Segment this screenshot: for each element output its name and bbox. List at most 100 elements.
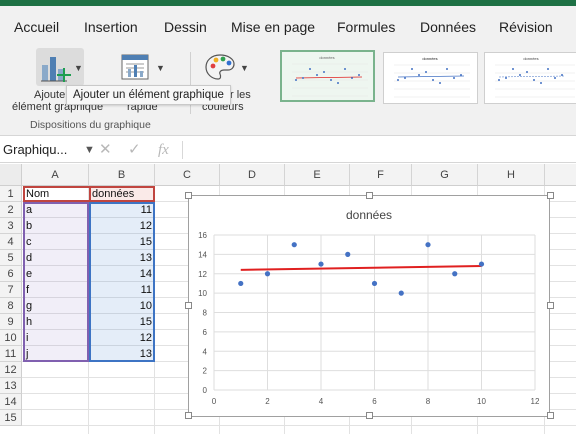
cell-b7[interactable]: 11	[89, 282, 155, 298]
tab-formules[interactable]: Formules	[337, 19, 395, 35]
palette-icon	[205, 54, 235, 80]
cell-a9[interactable]: h	[23, 314, 89, 330]
chart-style-preview: données	[495, 56, 575, 98]
row-header-14[interactable]: 14	[0, 394, 22, 410]
chart-style-thumb-3[interactable]: données	[484, 52, 576, 104]
add-chart-element-icon	[41, 57, 71, 82]
cell-a10[interactable]: i	[23, 330, 89, 346]
column-header-b[interactable]: B	[89, 164, 155, 186]
cell-a2[interactable]: a	[23, 202, 89, 218]
resize-handle[interactable]	[185, 192, 192, 199]
resize-handle[interactable]	[547, 412, 554, 419]
cell-a5[interactable]: d	[23, 250, 89, 266]
x-tick-label: 2	[265, 397, 270, 406]
column-header-d[interactable]: D	[220, 164, 285, 186]
change-colors-button[interactable]: ▼	[204, 50, 254, 84]
cell-a6[interactable]: e	[23, 266, 89, 282]
cell-a3[interactable]: b	[23, 218, 89, 234]
tab-revision[interactable]: Révision	[499, 19, 553, 35]
y-tick-label: 4	[203, 347, 208, 356]
data-point	[291, 242, 297, 248]
cell-b6[interactable]: 14	[89, 266, 155, 282]
add-chart-element-button[interactable]: ▼	[36, 48, 84, 86]
chart-style-thumb-1[interactable]: données	[280, 50, 375, 102]
svg-text:données: données	[422, 56, 437, 61]
x-tick-label: 6	[372, 397, 377, 406]
ribbon-group-label: Dispositions du graphique	[30, 119, 151, 131]
change-colors-label1: r les	[230, 89, 251, 101]
row-header-4[interactable]: 4	[0, 234, 22, 250]
row-header-10[interactable]: 10	[0, 330, 22, 346]
y-tick-label: 10	[198, 289, 207, 298]
cell-a8[interactable]: g	[23, 298, 89, 314]
row-header-6[interactable]: 6	[0, 266, 22, 282]
tooltip: Ajouter un élément graphique	[66, 85, 231, 105]
row-header-13[interactable]: 13	[0, 378, 22, 394]
row-header-15[interactable]: 15	[0, 410, 22, 426]
x-tick-label: 12	[531, 397, 540, 406]
row-header-2[interactable]: 2	[0, 202, 22, 218]
column-header-c[interactable]: C	[155, 164, 220, 186]
cell-b10[interactable]: 12	[89, 330, 155, 346]
column-header-a[interactable]: A	[22, 164, 89, 186]
column-header-h[interactable]: H	[478, 164, 545, 186]
row-header-5[interactable]: 5	[0, 250, 22, 266]
tab-dessin[interactable]: Dessin	[164, 19, 207, 35]
row-header-1[interactable]: 1	[0, 186, 22, 202]
cell-a1[interactable]: Nom	[23, 186, 89, 202]
chart-style-thumb-2[interactable]: données	[383, 52, 478, 104]
formula-bar: Graphiqu... ▼ ✕ ✓ fx	[0, 137, 576, 163]
x-tick-label: 4	[319, 397, 324, 406]
resize-handle[interactable]	[547, 192, 554, 199]
name-box-dropdown-icon[interactable]: ▼	[84, 139, 95, 161]
cell-a4[interactable]: c	[23, 234, 89, 250]
tab-accueil[interactable]: Accueil	[14, 19, 59, 35]
resize-handle[interactable]	[547, 302, 554, 309]
row-header-11[interactable]: 11	[0, 346, 22, 362]
chart-object[interactable]: données 0 2 4 6 8 10 12 14 16 0 2 4 6 8 10 12	[188, 195, 550, 417]
select-all-corner[interactable]	[0, 164, 22, 186]
resize-handle[interactable]	[185, 412, 192, 419]
svg-text:données: données	[319, 55, 334, 60]
data-point	[318, 261, 324, 267]
fx-icon[interactable]: fx	[158, 139, 169, 161]
chart-title: données	[346, 208, 392, 222]
resize-handle[interactable]	[366, 192, 373, 199]
data-point	[238, 280, 244, 287]
cell-b4[interactable]: 15	[89, 234, 155, 250]
cell-b2[interactable]: 11	[89, 202, 155, 218]
resize-handle[interactable]	[366, 412, 373, 419]
x-tick-label: 0	[212, 397, 217, 406]
cell-b9[interactable]: 15	[89, 314, 155, 330]
tab-mise-en-page[interactable]: Mise en page	[231, 19, 315, 35]
data-point	[452, 271, 458, 277]
cell-b11[interactable]: 13	[89, 346, 155, 362]
data-point	[345, 251, 351, 257]
column-header-f[interactable]: F	[350, 164, 412, 186]
cell-a7[interactable]: f	[23, 282, 89, 298]
cell-a11[interactable]: j	[23, 346, 89, 362]
row-header-8[interactable]: 8	[0, 298, 22, 314]
cell-b5[interactable]: 13	[89, 250, 155, 266]
row-header-12[interactable]: 12	[0, 362, 22, 378]
tab-donnees[interactable]: Données	[420, 19, 476, 35]
row-header-7[interactable]: 7	[0, 282, 22, 298]
resize-handle[interactable]	[185, 302, 192, 309]
cell-b1[interactable]: données	[89, 186, 155, 202]
cancel-icon[interactable]: ✕	[99, 139, 112, 161]
confirm-icon[interactable]: ✓	[128, 139, 141, 161]
row-header-3[interactable]: 3	[0, 218, 22, 234]
name-box[interactable]: Graphiqu...	[0, 139, 82, 161]
formula-input[interactable]	[184, 139, 574, 161]
column-header-g[interactable]: G	[412, 164, 478, 186]
tab-insertion[interactable]: Insertion	[84, 19, 138, 35]
column-header-e[interactable]: E	[285, 164, 350, 186]
cell-b3[interactable]: 12	[89, 218, 155, 234]
row-header-9[interactable]: 9	[0, 314, 22, 330]
cell-b8[interactable]: 10	[89, 298, 155, 314]
quick-layout-button[interactable]: ▼	[118, 50, 168, 84]
column-header-next[interactable]	[545, 164, 576, 186]
scatter-chart: données 0 2 4 6 8 10 12 14 16 0 2 4 6 8 10 12	[198, 208, 540, 406]
data-point	[478, 261, 485, 267]
y-tick-label: 14	[198, 250, 207, 259]
